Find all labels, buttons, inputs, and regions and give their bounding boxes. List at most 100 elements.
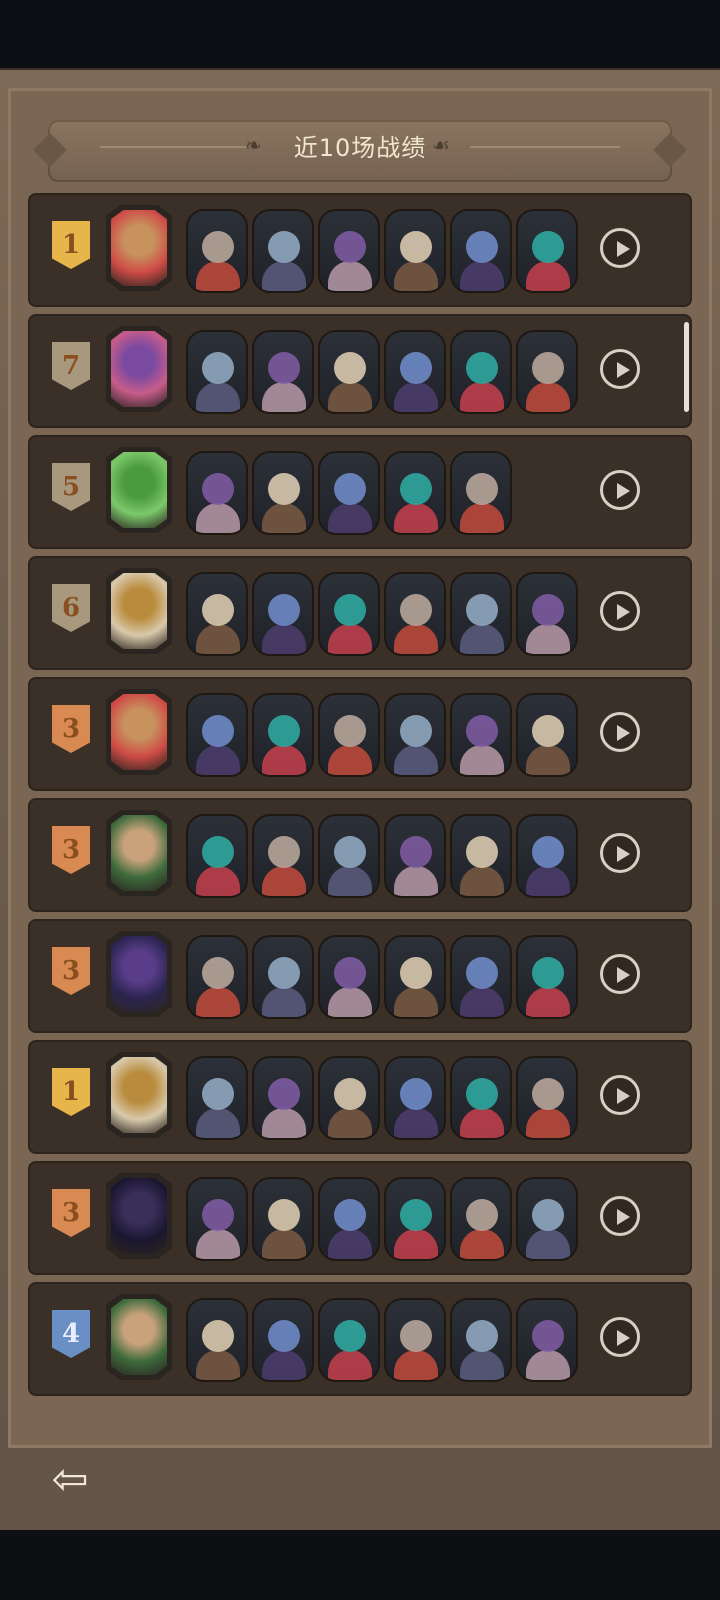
match-row: 5: [28, 435, 692, 549]
match-row: 7: [28, 314, 692, 428]
unit-card[interactable]: [252, 693, 314, 777]
unit-card[interactable]: [318, 572, 380, 656]
unit-card[interactable]: [450, 1298, 512, 1382]
unit-card[interactable]: [318, 1177, 380, 1261]
unit-card[interactable]: [186, 451, 248, 535]
unit-card[interactable]: [516, 814, 578, 898]
back-arrow-icon: ⇦: [51, 1454, 89, 1505]
unit-card[interactable]: [318, 209, 380, 293]
unit-card[interactable]: [384, 1056, 446, 1140]
unit-card[interactable]: [252, 814, 314, 898]
rank-badge: 1: [52, 1068, 90, 1116]
unit-card[interactable]: [186, 693, 248, 777]
rank-badge: 1: [52, 221, 90, 269]
unit-card[interactable]: [318, 451, 380, 535]
unit-card[interactable]: [384, 451, 446, 535]
unit-card[interactable]: [516, 1298, 578, 1382]
hero-portrait: [106, 568, 172, 654]
play-icon: [617, 1209, 630, 1225]
unit-card[interactable]: [450, 693, 512, 777]
hero-portrait: [106, 326, 172, 412]
unit-card[interactable]: [516, 330, 578, 414]
unit-card[interactable]: [384, 935, 446, 1019]
rank-badge: 4: [52, 1310, 90, 1358]
replay-button[interactable]: [600, 1317, 640, 1357]
unit-card[interactable]: [516, 693, 578, 777]
unit-card[interactable]: [252, 451, 314, 535]
unit-card[interactable]: [186, 935, 248, 1019]
replay-button[interactable]: [600, 591, 640, 631]
unit-card[interactable]: [186, 1298, 248, 1382]
unit-card[interactable]: [186, 814, 248, 898]
hero-portrait: [106, 1052, 172, 1138]
unit-card[interactable]: [252, 330, 314, 414]
replay-button[interactable]: [600, 470, 640, 510]
unit-card[interactable]: [384, 330, 446, 414]
unit-card[interactable]: [450, 451, 512, 535]
unit-card[interactable]: [318, 1056, 380, 1140]
unit-card[interactable]: [318, 814, 380, 898]
rank-badge: 3: [52, 947, 90, 995]
unit-card[interactable]: [450, 1177, 512, 1261]
replay-button[interactable]: [600, 349, 640, 389]
rank-badge: 5: [52, 463, 90, 511]
hero-portrait: [106, 447, 172, 533]
unit-card[interactable]: [252, 935, 314, 1019]
unit-card[interactable]: [384, 814, 446, 898]
unit-card[interactable]: [186, 572, 248, 656]
unit-card[interactable]: [516, 572, 578, 656]
unit-card[interactable]: [450, 572, 512, 656]
unit-card[interactable]: [252, 572, 314, 656]
play-icon: [617, 725, 630, 741]
rank-badge: 3: [52, 705, 90, 753]
match-row: 1: [28, 193, 692, 307]
unit-card[interactable]: [252, 1056, 314, 1140]
rank-badge: 3: [52, 1189, 90, 1237]
unit-card[interactable]: [186, 1177, 248, 1261]
unit-card[interactable]: [516, 1177, 578, 1261]
unit-card[interactable]: [252, 1298, 314, 1382]
unit-card[interactable]: [186, 1056, 248, 1140]
hero-portrait: [106, 931, 172, 1017]
unit-card[interactable]: [186, 209, 248, 293]
replay-button[interactable]: [600, 1075, 640, 1115]
play-icon: [617, 967, 630, 983]
unit-card[interactable]: [450, 330, 512, 414]
match-row: 6: [28, 556, 692, 670]
unit-card[interactable]: [318, 330, 380, 414]
unit-card[interactable]: [450, 814, 512, 898]
unit-card[interactable]: [186, 330, 248, 414]
unit-card[interactable]: [384, 572, 446, 656]
unit-card[interactable]: [318, 1298, 380, 1382]
top-dark-area: [0, 0, 720, 72]
unit-card[interactable]: [516, 1056, 578, 1140]
unit-card[interactable]: [384, 693, 446, 777]
unit-card[interactable]: [252, 209, 314, 293]
back-button[interactable]: ⇦: [48, 1458, 92, 1502]
unit-card[interactable]: [384, 1177, 446, 1261]
scrollbar[interactable]: [684, 322, 689, 412]
replay-button[interactable]: [600, 833, 640, 873]
replay-button[interactable]: [600, 228, 640, 268]
rank-badge: 7: [52, 342, 90, 390]
unit-card[interactable]: [516, 935, 578, 1019]
bottom-dark-area: [0, 1530, 720, 1600]
unit-card[interactable]: [384, 209, 446, 293]
unit-card[interactable]: [318, 935, 380, 1019]
play-icon: [617, 604, 630, 620]
rank-badge: 6: [52, 584, 90, 632]
unit-card[interactable]: [450, 935, 512, 1019]
replay-button[interactable]: [600, 1196, 640, 1236]
rank-badge: 3: [52, 826, 90, 874]
unit-card[interactable]: [516, 209, 578, 293]
replay-button[interactable]: [600, 954, 640, 994]
unit-card[interactable]: [252, 1177, 314, 1261]
replay-button[interactable]: [600, 712, 640, 752]
hero-portrait: [106, 205, 172, 291]
match-row: 3: [28, 919, 692, 1033]
unit-card[interactable]: [318, 693, 380, 777]
unit-card[interactable]: [450, 1056, 512, 1140]
unit-card[interactable]: [384, 1298, 446, 1382]
match-row: 3: [28, 798, 692, 912]
unit-card[interactable]: [450, 209, 512, 293]
